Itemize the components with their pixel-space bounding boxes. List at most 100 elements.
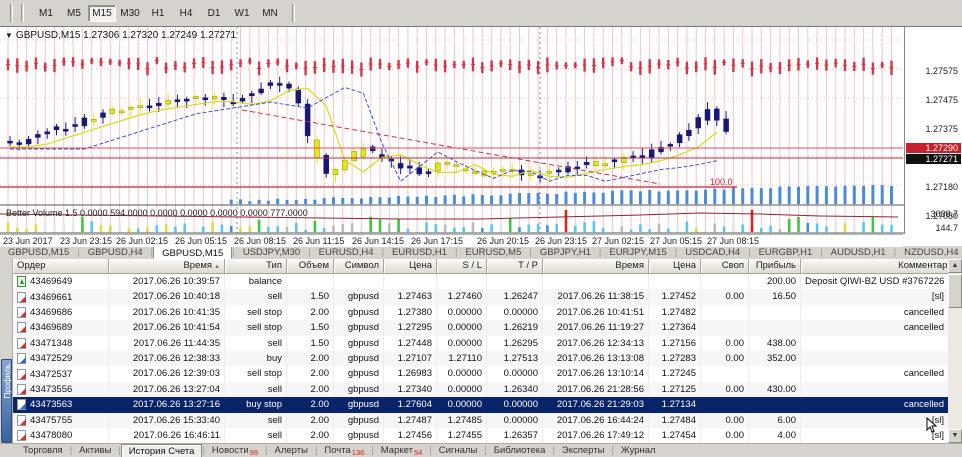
timeframe-button-h4[interactable]: H4 [172, 5, 200, 22]
chart-tab-gbpjpy-h1[interactable]: GBPJPY,H1 [532, 246, 599, 259]
cell-comment: [sl] [801, 289, 948, 304]
cell-volume: 2.00 [287, 382, 334, 397]
cell-type: sell stop [225, 366, 287, 381]
cell-swap: 0.00 [701, 382, 749, 397]
order-number: 43469649 [30, 274, 72, 289]
cell-close_price: 1.27364 [649, 320, 701, 335]
column-header-profit[interactable]: Прибыль [749, 259, 801, 274]
tab-библиотека[interactable]: Библиотека [487, 444, 553, 457]
tab-badge: 99 [250, 448, 258, 457]
tab-торговля[interactable]: Торговля [16, 444, 70, 457]
chart-tab-gbpusd-m15[interactable]: GBPUSD,M15 [0, 246, 77, 259]
chart-tab-eurjpy-m15[interactable]: EURJPY,M15 [601, 246, 674, 259]
chart-tab-eurusd-h4[interactable]: EURUSD,H4 [311, 246, 382, 259]
scroll-up-icon[interactable]: ▲ [948, 259, 962, 273]
cell-order: 43469649 [13, 274, 109, 289]
price-axis[interactable]: 1.27290 1.27271 1.275751.274751.273751.2… [904, 27, 962, 234]
profile-side-tab[interactable]: Профиль [1, 359, 12, 443]
chart-tab-eurusd-m5[interactable]: EURUSD,M5 [457, 246, 529, 259]
chart-tab-nzdusd-h4[interactable]: NZDUSD,H4 [896, 246, 962, 259]
tab-новости[interactable]: Новости99 [205, 444, 265, 457]
sell-order-icon [17, 384, 26, 395]
column-header-cprice[interactable]: Цена [649, 259, 701, 274]
time-axis-label: 27 Jun 08:15 [707, 236, 759, 246]
column-header-order[interactable]: Ордер [13, 259, 109, 274]
cell-open_time: 2017.06.26 10:41:54 [109, 320, 225, 335]
chart-tab-usdjpy-m30[interactable]: USDJPY,M30 [235, 246, 308, 259]
chart-tab-eurgbp-h1[interactable]: EURGBP,H1 [751, 246, 821, 259]
timeframe-button-w1[interactable]: W1 [228, 5, 256, 22]
history-row[interactable]: 434696492017.06.26 10:39:57balance200.00… [13, 274, 948, 289]
history-row[interactable]: 434725292017.06.26 12:38:33buy2.00gbpusd… [13, 351, 948, 366]
history-row[interactable]: 434713482017.06.26 11:44:35sell1.50gbpus… [13, 336, 948, 351]
history-row[interactable]: 434696892017.06.26 10:41:54sell stop1.50… [13, 320, 948, 335]
cell-volume: 2.00 [287, 305, 334, 320]
cell-volume: 2.00 [287, 397, 334, 412]
tab-журнал[interactable]: Журнал [614, 444, 663, 457]
tab-маркет[interactable]: Маркет54 [374, 444, 430, 457]
timeframe-button-d1[interactable]: D1 [200, 5, 228, 22]
history-row[interactable]: 434725372017.06.26 12:39:03sell stop2.00… [13, 366, 948, 381]
timeframe-button-mn[interactable]: MN [256, 5, 284, 22]
toolbar-groove [10, 4, 13, 22]
cell-profit: 352.00 [749, 351, 801, 366]
column-header-type[interactable]: Тип [225, 259, 287, 274]
column-header-tp[interactable]: T / P [487, 259, 543, 274]
history-row[interactable]: 434696862017.06.26 10:41:35sell stop2.00… [13, 305, 948, 320]
tab-активы[interactable]: Активы [72, 444, 118, 457]
history-table-body: 434696492017.06.26 10:39:57balance200.00… [13, 274, 948, 443]
cell-comment: cancelled [801, 320, 948, 335]
cell-tp: 0.00000 [487, 397, 543, 412]
tab-история-счета[interactable]: История Счета [121, 444, 203, 457]
buy-order-icon [17, 353, 26, 364]
tab-эксперты[interactable]: Эксперты [555, 444, 612, 457]
timeframe-toolbar: M1M5M15M30H1H4D1W1MN [0, 0, 962, 26]
chart-tab-usdcad-h4[interactable]: USDCAD,H4 [677, 246, 748, 259]
cell-symbol: gbpusd [334, 428, 384, 443]
timeframe-button-h1[interactable]: H1 [144, 5, 172, 22]
tab-сигналы[interactable]: Сигналы [432, 444, 485, 457]
cell-type: sell [225, 289, 287, 304]
history-row[interactable]: 434735562017.06.26 13:27:04sell2.00gbpus… [13, 382, 948, 397]
tab-алерты[interactable]: Алерты [268, 444, 315, 457]
column-header-sym[interactable]: Символ [334, 259, 384, 274]
table-scrollbar[interactable]: ▲ ▼ [948, 259, 962, 443]
column-header-ctime[interactable]: Время [543, 259, 649, 274]
scrollbar-thumb[interactable] [948, 274, 962, 308]
chart-menu-arrow-icon[interactable]: ▼ [5, 31, 13, 40]
cell-close_price: 1.27134 [649, 397, 701, 412]
tab-почта[interactable]: Почта136 [317, 444, 371, 457]
chart-tab-eurusd-h1[interactable]: EURUSD,H1 [384, 246, 455, 259]
history-row[interactable]: 434780802017.06.26 16:46:11sell2.00gbpus… [13, 428, 948, 443]
timeframe-button-m15[interactable]: M15 [88, 5, 116, 22]
column-header-price[interactable]: Цена [384, 259, 437, 274]
history-row[interactable]: 434735632017.06.26 13:27:16buy stop2.00g… [13, 397, 948, 412]
timeframe-button-m30[interactable]: M30 [116, 5, 144, 22]
column-header-otime[interactable]: Время▲ [109, 259, 225, 274]
timeframe-button-m1[interactable]: M1 [32, 5, 60, 22]
history-row[interactable]: 434757552017.06.26 15:33:40sell2.00gbpus… [13, 413, 948, 428]
cell-profit: 4.00 [749, 428, 801, 443]
indicator-label: Better Volume 1.5 0.0000 594.0000 0.0000… [6, 208, 308, 218]
column-header-vol[interactable]: Объем [287, 259, 334, 274]
cell-close_time: 2017.06.26 21:29:03 [543, 397, 649, 412]
cell-volume: 2.00 [287, 413, 334, 428]
cell-swap [701, 366, 749, 381]
cell-type: sell [225, 336, 287, 351]
column-header-sl[interactable]: S / L [437, 259, 487, 274]
timeframe-button-m5[interactable]: M5 [60, 5, 88, 22]
cell-profit: 430.00 [749, 382, 801, 397]
history-row[interactable]: 434696612017.06.26 10:40:18sell1.50gbpus… [13, 289, 948, 304]
cell-sl: 1.27485 [437, 413, 487, 428]
column-header-swap[interactable]: Своп [701, 259, 749, 274]
scroll-down-icon[interactable]: ▼ [948, 429, 962, 443]
chart-tab-gbpusd-m15[interactable]: GBPUSD,M15 [153, 246, 232, 259]
price-chart[interactable]: ▼GBPUSD,M15 1.27306 1.27320 1.27249 1.27… [0, 26, 962, 246]
chart-tab-gbpusd-h4[interactable]: GBPUSD,H4 [80, 246, 151, 259]
price-axis-label: 1.27475 [925, 95, 958, 105]
time-axis[interactable]: 23 Jun 201723 Jun 23:1526 Jun 02:1526 Ju… [0, 234, 903, 247]
column-header-comment[interactable]: Комментарий [801, 259, 962, 274]
cell-order: 43471348 [13, 336, 109, 351]
order-number: 43472529 [30, 351, 72, 366]
chart-tab-audusd-h1[interactable]: AUDUSD,H1 [823, 246, 894, 259]
